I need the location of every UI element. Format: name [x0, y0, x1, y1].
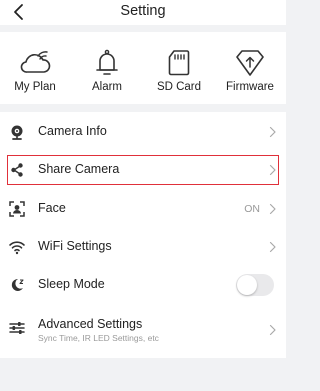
- chevron-right-icon: [269, 324, 276, 336]
- sd-card-icon: [168, 50, 190, 76]
- advanced-settings-label: Advanced Settings: [38, 317, 143, 331]
- camera-info-row[interactable]: Camera Info: [0, 114, 286, 150]
- my-plan-button[interactable]: My Plan: [0, 32, 71, 104]
- top-bar: Setting: [0, 0, 286, 25]
- face-scan-icon: [9, 201, 25, 217]
- sliders-icon: [9, 322, 25, 334]
- wifi-icon: [9, 241, 25, 255]
- my-plan-label: My Plan: [14, 81, 56, 93]
- alarm-label: Alarm: [91, 81, 123, 93]
- wifi-settings-row[interactable]: WiFi Settings: [0, 229, 286, 265]
- wifi-settings-label: WiFi Settings: [38, 239, 112, 253]
- firmware-button[interactable]: Firmware: [214, 32, 286, 104]
- chevron-right-icon: [269, 241, 276, 253]
- sleep-mode-label: Sleep Mode: [38, 277, 105, 291]
- bell-icon: [96, 49, 118, 75]
- camera-info-label: Camera Info: [38, 124, 107, 138]
- sd-card-button[interactable]: SD Card: [143, 32, 215, 104]
- sleep-mode-row: Sleep Mode: [0, 267, 286, 303]
- face-row[interactable]: Face ON: [0, 191, 286, 227]
- sleep-mode-toggle[interactable]: [236, 274, 274, 296]
- share-camera-highlight: [7, 155, 279, 185]
- webcam-icon: [11, 125, 23, 140]
- face-label: Face: [38, 201, 66, 215]
- cloud-wifi-icon: [20, 51, 51, 73]
- chevron-right-icon: [269, 126, 276, 138]
- advanced-settings-row[interactable]: Advanced Settings Sync Time, IR LED Sett…: [0, 306, 286, 350]
- firmware-label: Firmware: [226, 81, 274, 93]
- firmware-upgrade-icon: [236, 50, 264, 76]
- face-status-value: ON: [244, 203, 260, 215]
- moon-icon: [11, 278, 24, 291]
- chevron-right-icon: [269, 203, 276, 215]
- quick-actions-bar: My Plan Alarm SD Card Firmware: [0, 32, 286, 104]
- toggle-knob: [237, 275, 257, 295]
- advanced-settings-sublabel: Sync Time, IR LED Settings, etc: [38, 333, 159, 343]
- alarm-button[interactable]: Alarm: [71, 32, 143, 104]
- page-title: Setting: [120, 3, 166, 19]
- sd-card-label: SD Card: [156, 81, 202, 93]
- settings-list: Camera Info Share Camera Face ON WiFi Se…: [0, 112, 286, 358]
